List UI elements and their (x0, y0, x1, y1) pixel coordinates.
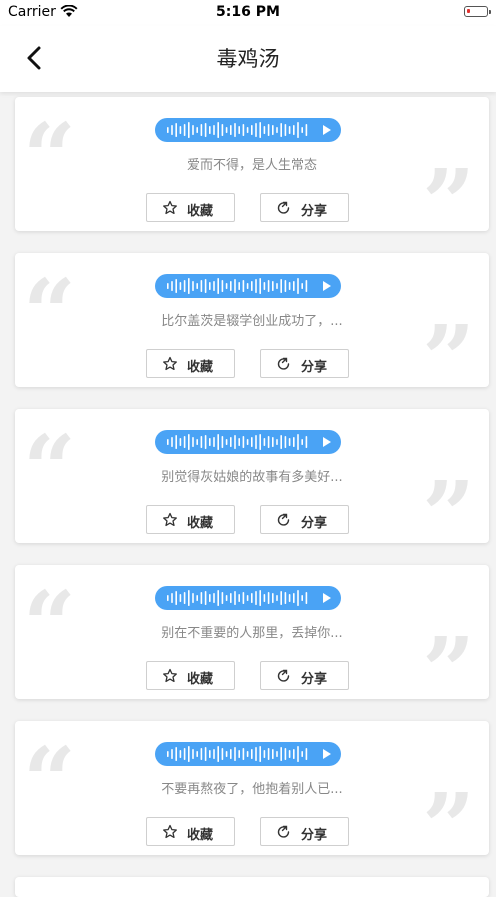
audio-player[interactable] (155, 118, 341, 142)
status-bar: Carrier 5:16 PM (0, 0, 496, 26)
favorite-label: 收藏 (187, 360, 214, 375)
audio-player[interactable] (155, 586, 341, 610)
share-icon (277, 669, 290, 682)
quote-card: “ ” 爱而不得，是人生常态 收藏 分享 (15, 97, 489, 249)
waveform-icon (167, 746, 308, 762)
share-button[interactable]: 分享 (260, 817, 349, 846)
share-button[interactable]: 分享 (260, 505, 349, 534)
share-label: 分享 (301, 672, 328, 687)
waveform-icon (167, 590, 308, 606)
share-label: 分享 (301, 204, 328, 219)
favorite-label: 收藏 (187, 672, 214, 687)
star-icon (163, 200, 177, 215)
favorite-label: 收藏 (187, 828, 214, 843)
share-button[interactable]: 分享 (260, 661, 349, 690)
quote-text: 爱而不得，是人生常态 (186, 158, 317, 173)
share-icon (277, 357, 290, 370)
favorite-label: 收藏 (187, 516, 214, 531)
waveform-icon (167, 278, 308, 294)
share-button[interactable]: 分享 (260, 349, 349, 378)
battery-icon (464, 6, 491, 17)
star-icon (163, 356, 177, 371)
favorite-button[interactable]: 收藏 (146, 349, 235, 378)
status-time: 5:16 PM (216, 4, 280, 20)
audio-player[interactable] (155, 430, 341, 454)
waveform-icon (167, 434, 308, 450)
favorite-button[interactable]: 收藏 (146, 661, 235, 690)
share-label: 分享 (301, 828, 328, 843)
waveform-icon (167, 122, 308, 138)
play-icon (323, 125, 331, 135)
quote-card: “ ” 别觉得灰姑娘的故事有多美好... 收藏 分享 (15, 409, 489, 561)
audio-player[interactable] (155, 742, 341, 766)
star-icon (163, 512, 177, 527)
play-icon (323, 437, 331, 447)
favorite-button[interactable]: 收藏 (146, 193, 235, 222)
favorite-label: 收藏 (187, 204, 214, 219)
play-icon (323, 749, 331, 759)
quote-text: 别在不重要的人那里，丢掉你... (161, 626, 343, 641)
page-title: 毒鸡汤 (216, 47, 280, 71)
audio-player[interactable] (155, 274, 341, 298)
quote-card: “ ” 别在不重要的人那里，丢掉你... 收藏 分享 (15, 565, 489, 717)
share-label: 分享 (301, 360, 328, 375)
favorite-button[interactable]: 收藏 (146, 817, 235, 846)
share-label: 分享 (301, 516, 328, 531)
quote-card: “ ” 不要再熬夜了，他抱着别人已... 收藏 分享 (15, 721, 489, 873)
share-icon (277, 825, 290, 838)
navigation-bar: 毒鸡汤 (0, 26, 496, 92)
favorite-button[interactable]: 收藏 (146, 505, 235, 534)
star-icon (163, 824, 177, 839)
quote-text: 不要再熬夜了，他抱着别人已... (161, 782, 343, 797)
share-icon (277, 513, 290, 526)
play-icon (323, 281, 331, 291)
quote-text: 比尔盖茨是辍学创业成功了，... (161, 314, 343, 329)
share-button[interactable]: 分享 (260, 193, 349, 222)
star-icon (163, 668, 177, 683)
share-icon (277, 201, 290, 214)
quote-card (15, 877, 489, 897)
play-icon (323, 593, 331, 603)
quote-text: 别觉得灰姑娘的故事有多美好... (161, 470, 343, 485)
quote-card: “ ” 比尔盖茨是辍学创业成功了，... 收藏 分享 (15, 253, 489, 405)
